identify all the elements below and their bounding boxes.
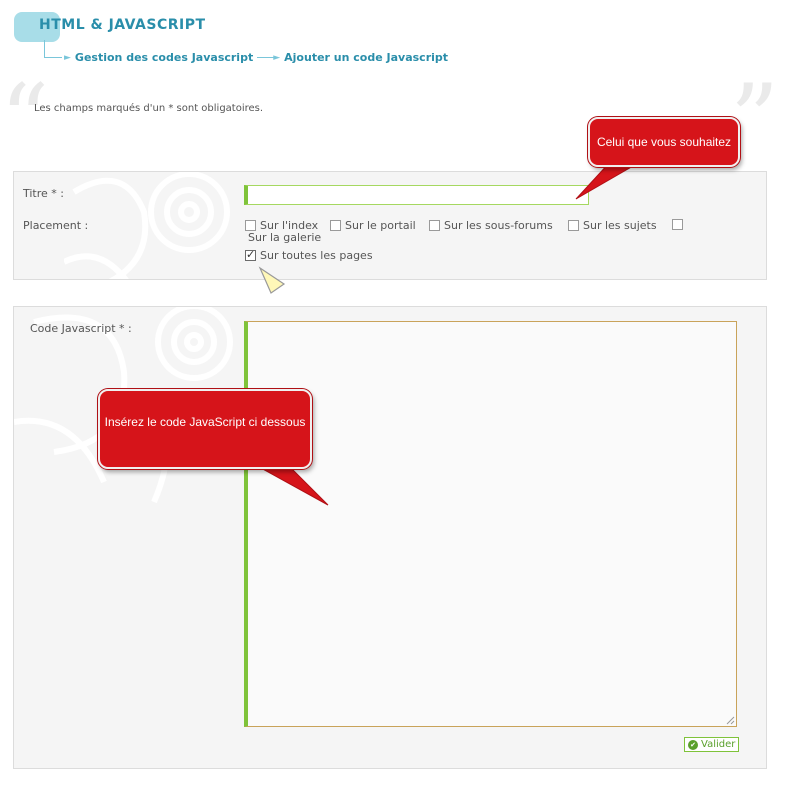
placement-option-portal[interactable]: Sur le portail [330,219,416,232]
placement-label: Placement : [23,219,89,232]
code-panel: Code Javascript * : ✔ Valider [13,306,767,769]
checkbox-portal[interactable] [330,220,341,231]
breadcrumb-link-manage-js[interactable]: Gestion des codes Javascript [75,51,253,64]
title-input[interactable] [244,185,589,205]
title-label: Titre * : [23,187,64,200]
submit-button[interactable]: ✔ Valider [684,737,740,752]
checkbox-all-pages[interactable] [245,248,256,261]
placement-option-all-pages[interactable]: Sur toutes les pages [245,248,373,262]
checkbox-topics[interactable] [568,220,579,231]
placement-option-gallery-label: Sur la galerie [248,231,322,244]
page-title: HTML & JAVASCRIPT [39,17,206,33]
callout-title-hint: Celui que vous souhaitez [588,117,740,167]
checkbox-index[interactable] [245,220,256,231]
open-quote-decoration: “ [0,64,50,176]
callout-code-hint: Insérez le code JavaScript ci dessous [98,389,312,469]
code-label: Code Javascript * : [30,322,132,335]
arrow-right-icon: ► [257,53,280,63]
resize-grip-icon[interactable] [726,716,735,725]
javascript-code-textarea[interactable] [244,321,737,727]
placement-option-topics[interactable]: Sur les sujets [568,219,657,232]
check-icon: ✔ [688,739,698,750]
checkbox-subforums[interactable] [429,220,440,231]
arrow-right-icon: ► [64,52,71,63]
checkbox-gallery[interactable] [672,219,687,230]
swirl-decoration [64,172,230,279]
breadcrumb-connector [44,40,62,58]
breadcrumb: ► Gestion des codes Javascript ► Ajouter… [62,51,448,64]
breadcrumb-link-add-js[interactable]: Ajouter un code Javascript [284,51,448,64]
placement-option-subforums[interactable]: Sur les sous-forums [429,219,553,232]
settings-panel: Titre * : Placement : Sur l'index Sur le… [13,171,767,280]
required-fields-note: Les champs marqués d'un * sont obligatoi… [34,103,264,114]
